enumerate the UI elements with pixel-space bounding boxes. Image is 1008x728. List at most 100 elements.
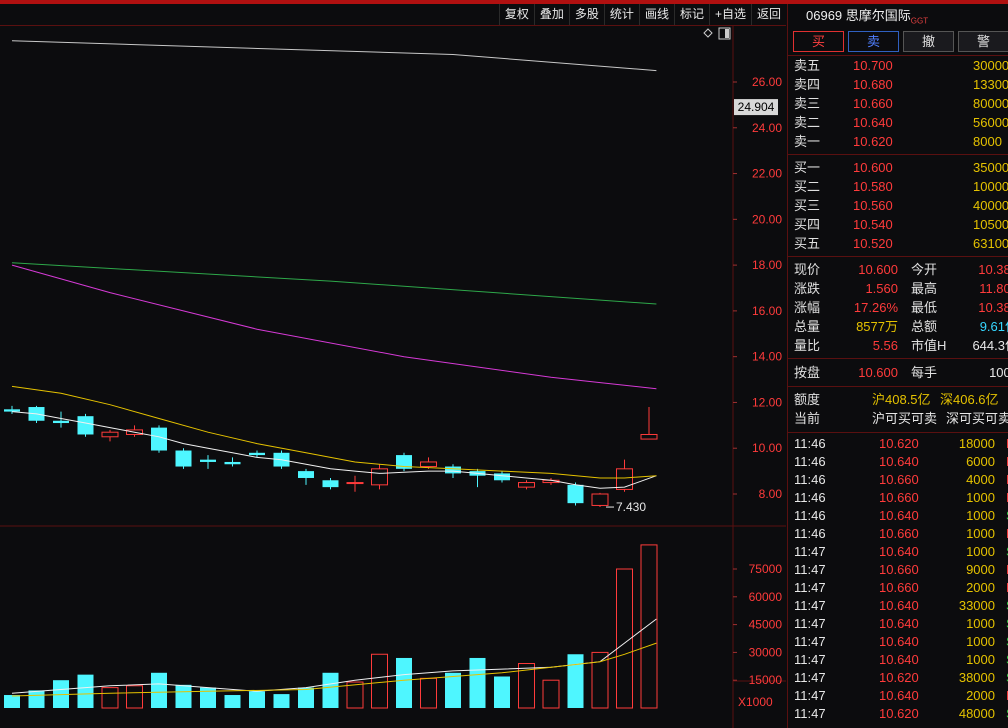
tick-price: 10.640 bbox=[879, 454, 919, 469]
tick-time: 11:46 bbox=[794, 526, 826, 541]
price-axis-label: 14.00 bbox=[752, 350, 782, 364]
tick-time: 11:47 bbox=[794, 598, 826, 613]
volume-bar bbox=[346, 681, 364, 709]
tick-row[interactable]: 11:4710.64033000S bbox=[788, 597, 1008, 615]
stat-value-left: 1.560 bbox=[865, 281, 898, 296]
price-axis-label: 22.00 bbox=[752, 167, 782, 181]
tick-price: 10.640 bbox=[879, 652, 919, 667]
tick-time: 11:47 bbox=[794, 580, 826, 595]
tick-volume: 18000 bbox=[958, 436, 995, 451]
stat-label-right: 市值H bbox=[911, 338, 947, 353]
toolbar-button-0[interactable]: 复权 bbox=[498, 4, 534, 25]
tick-price: 10.620 bbox=[879, 436, 919, 451]
current-sz: 深可买可卖 bbox=[946, 411, 1008, 426]
tick-row[interactable]: 11:4610.6601000B bbox=[788, 525, 1008, 543]
tick-price: 10.640 bbox=[879, 688, 919, 703]
toggle-panel-icon-fill bbox=[725, 29, 729, 38]
ask-row[interactable]: 卖一 10.620 8000 bbox=[788, 132, 1008, 151]
tick-row[interactable]: 11:4610.6406000B bbox=[788, 453, 1008, 471]
current-price-tag: 24.904 bbox=[738, 100, 775, 114]
candle-body bbox=[298, 471, 314, 478]
tick-volume: 1000 bbox=[966, 634, 995, 649]
toolbar-button-2[interactable]: 多股 bbox=[568, 4, 604, 25]
buy-button[interactable]: 买 bbox=[793, 31, 844, 52]
toolbar-button-3[interactable]: 统计 bbox=[603, 4, 639, 25]
toolbar-button-1[interactable]: 叠加 bbox=[533, 4, 569, 25]
tick-row[interactable]: 11:4710.6609000B bbox=[788, 561, 1008, 579]
tick-row[interactable]: 11:4710.6401000S bbox=[788, 633, 1008, 651]
stat-row: 量比 5.56 市值H 644.3亿 bbox=[788, 336, 1008, 355]
candle-body bbox=[200, 459, 216, 462]
tick-time: 11:47 bbox=[794, 652, 826, 667]
tick-row[interactable]: 11:4710.6401000S bbox=[788, 543, 1008, 561]
stat-label-left: 涨跌 bbox=[794, 281, 821, 296]
stock-title: 06969 思摩尔国际GGT bbox=[788, 4, 1008, 28]
tick-list[interactable]: 11:4610.62018000B11:4610.6406000B11:4610… bbox=[788, 435, 1008, 723]
level-volume: 40000 bbox=[973, 198, 1008, 213]
toolbar-buttons: 复权 叠加 多股 统计 画线 标记 +自选 返回 bbox=[498, 4, 786, 25]
ask-row[interactable]: 卖二 10.640 56000 bbox=[788, 113, 1008, 132]
tick-volume: 9000 bbox=[966, 562, 995, 577]
lot-value: 1000 bbox=[989, 365, 1008, 380]
tick-row[interactable]: 11:4710.6602000B bbox=[788, 579, 1008, 597]
alert-button[interactable]: 警 bbox=[958, 31, 1008, 52]
tick-volume: 2000 bbox=[966, 688, 995, 703]
tick-time: 11:46 bbox=[794, 508, 826, 523]
volume-bar bbox=[469, 657, 486, 708]
tick-row[interactable]: 11:4710.6401000S bbox=[788, 651, 1008, 669]
diamond-icon bbox=[703, 28, 713, 38]
stat-row: 现价 10.600 今开 10.380 bbox=[788, 260, 1008, 279]
toolbar-button-4[interactable]: 画线 bbox=[638, 4, 674, 25]
cancel-order-button[interactable]: 撤 bbox=[903, 31, 954, 52]
chart-toolbar: 复权 叠加 多股 统计 画线 标记 +自选 返回 bbox=[0, 4, 786, 26]
volume-bar bbox=[249, 691, 265, 708]
tick-volume: 1000 bbox=[966, 652, 995, 667]
level-volume: 10000 bbox=[973, 179, 1008, 194]
volume-bar bbox=[175, 684, 192, 708]
bid-row[interactable]: 买三 10.560 40000 bbox=[788, 196, 1008, 215]
ask-row[interactable]: 卖五 10.700 30000 bbox=[788, 56, 1008, 75]
kline-chart[interactable]: 26.00 24.00 22.00 20.00 18.00 16.00 14.00 12.00… bbox=[0, 26, 786, 728]
tick-row[interactable]: 11:4610.6601000B bbox=[788, 489, 1008, 507]
stat-row: 涨跌 1.560 最高 11.800 bbox=[788, 279, 1008, 298]
candle-body bbox=[322, 480, 339, 488]
ask-row[interactable]: 卖三 10.660 80000 bbox=[788, 94, 1008, 113]
candle-body bbox=[591, 493, 609, 506]
tick-row[interactable]: 11:4710.62038000S bbox=[788, 669, 1008, 687]
level-label: 卖三 bbox=[794, 96, 821, 111]
toolbar-button-5[interactable]: 标记 bbox=[673, 4, 709, 25]
tick-row[interactable]: 11:4610.6401000S bbox=[788, 507, 1008, 525]
toolbar-button-7[interactable]: 返回 bbox=[750, 4, 786, 25]
bid-row[interactable]: 买一 10.600 35000 bbox=[788, 158, 1008, 177]
tick-price: 10.660 bbox=[879, 580, 919, 595]
tick-row[interactable]: 11:4610.62018000B bbox=[788, 435, 1008, 453]
volume-bar bbox=[567, 654, 584, 708]
tick-volume: 1000 bbox=[966, 544, 995, 559]
kline-chart-area[interactable]: 26.00 24.00 22.00 20.00 18.00 16.00 14.00 12.00… bbox=[0, 26, 786, 728]
sell-button[interactable]: 卖 bbox=[848, 31, 899, 52]
tick-time: 11:47 bbox=[794, 634, 826, 649]
tick-time: 11:47 bbox=[794, 562, 826, 577]
tick-row[interactable]: 11:4710.62048000S bbox=[788, 705, 1008, 723]
bid-row[interactable]: 买四 10.540 105000 bbox=[788, 215, 1008, 234]
level-label: 买五 bbox=[794, 236, 821, 251]
volume-bar bbox=[151, 672, 167, 708]
tick-row[interactable]: 11:4710.6401000S bbox=[788, 615, 1008, 633]
candle-body bbox=[445, 466, 461, 474]
candle-body bbox=[518, 482, 535, 488]
bid-row[interactable]: 买五 10.520 631000 bbox=[788, 234, 1008, 253]
tick-row[interactable]: 11:4610.6604000B bbox=[788, 471, 1008, 489]
tick-volume: 1000 bbox=[966, 508, 995, 523]
volume-bar bbox=[542, 679, 560, 709]
toolbar-button-6[interactable]: +自选 bbox=[708, 4, 751, 25]
ma-line-long2 bbox=[11, 262, 657, 305]
bid-row[interactable]: 买二 10.580 10000 bbox=[788, 177, 1008, 196]
tick-price: 10.660 bbox=[879, 526, 919, 541]
tick-volume: 6000 bbox=[966, 454, 995, 469]
ask-row[interactable]: 卖四 10.680 133000 bbox=[788, 75, 1008, 94]
tick-row[interactable]: 11:4710.6402000B bbox=[788, 687, 1008, 705]
level-price: 10.580 bbox=[853, 179, 893, 194]
tick-price: 10.660 bbox=[879, 562, 919, 577]
tick-time: 11:46 bbox=[794, 436, 826, 451]
candle-body bbox=[249, 452, 265, 456]
